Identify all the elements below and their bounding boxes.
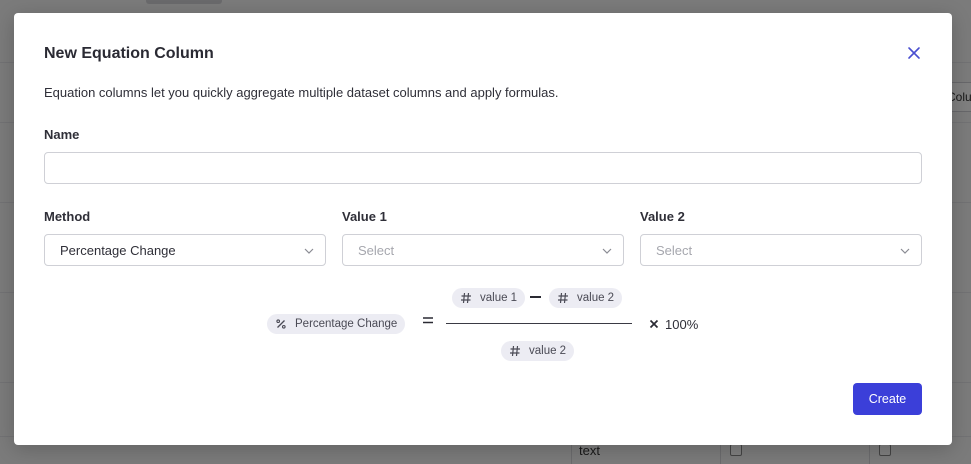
value1-select[interactable]: Select xyxy=(342,234,624,266)
result-chip: Percentage Change xyxy=(267,314,406,334)
name-label: Name xyxy=(44,127,80,142)
value1-label: Value 1 xyxy=(342,209,387,224)
numerator-left-chip: value 1 xyxy=(452,288,526,308)
minus-icon xyxy=(530,296,541,298)
method-select[interactable]: Percentage Change xyxy=(44,234,326,266)
numerator-left-label: value 1 xyxy=(480,292,518,304)
value2-select[interactable]: Select xyxy=(640,234,922,266)
dialog-description: Equation columns let you quickly aggrega… xyxy=(44,85,559,100)
chevron-down-icon xyxy=(900,248,910,254)
result-chip-label: Percentage Change xyxy=(295,318,398,330)
hash-icon xyxy=(558,292,568,304)
denominator-chip: value 2 xyxy=(501,341,575,361)
value2-label: Value 2 xyxy=(640,209,685,224)
create-button[interactable]: Create xyxy=(853,383,922,415)
hash-icon xyxy=(461,292,471,304)
method-label: Method xyxy=(44,209,91,224)
value1-placeholder: Select xyxy=(358,243,395,258)
multiply-icon xyxy=(649,319,659,329)
close-icon[interactable] xyxy=(906,45,922,61)
hash-icon xyxy=(510,345,520,357)
numerator-right-label: value 2 xyxy=(577,292,615,304)
value2-placeholder: Select xyxy=(656,243,693,258)
percent-icon xyxy=(276,319,286,329)
fraction-line xyxy=(446,323,632,324)
new-equation-column-dialog: New Equation Column Equation columns let… xyxy=(14,13,952,445)
multiplier-text: 100% xyxy=(665,317,699,332)
numerator-right-chip: value 2 xyxy=(549,288,623,308)
equals-icon xyxy=(423,317,433,324)
denominator-label: value 2 xyxy=(529,345,567,357)
chevron-down-icon xyxy=(602,248,612,254)
chevron-down-icon xyxy=(304,248,314,254)
dialog-title: New Equation Column xyxy=(44,45,214,62)
method-selected-value: Percentage Change xyxy=(60,243,176,258)
name-input[interactable] xyxy=(44,152,922,184)
